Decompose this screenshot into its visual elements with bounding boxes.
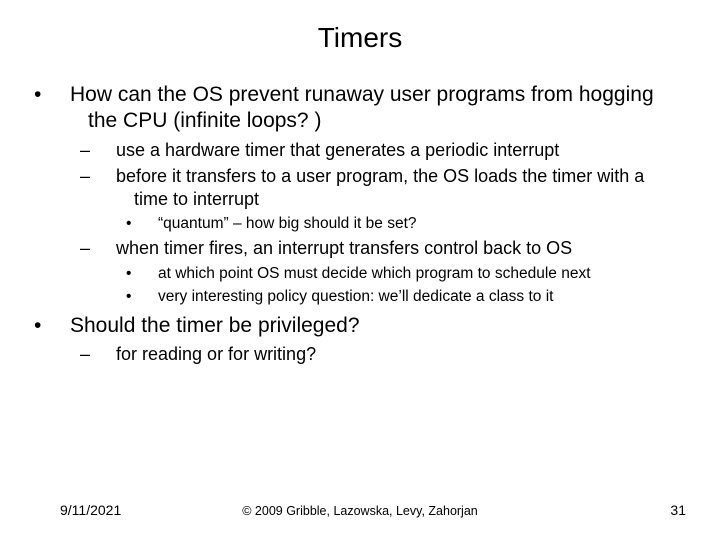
bullet-lvl2: –when timer fires, an interrupt transfer… [116, 237, 682, 260]
bullet-text: before it transfers to a user program, t… [116, 166, 644, 209]
slide: Timers •How can the OS prevent runaway u… [0, 0, 720, 540]
footer-copyright: © 2009 Gribble, Lazowska, Levy, Zahorjan [0, 504, 720, 518]
bullet-text: at which point OS must decide which prog… [158, 265, 591, 282]
bullet-text: “quantum” – how big should it be set? [158, 215, 417, 232]
bullet-text: How can the OS prevent runaway user prog… [70, 83, 654, 132]
bullet-lvl3: •at which point OS must decide which pro… [158, 264, 682, 283]
bullet-text: very interesting policy question: we’ll … [158, 288, 553, 305]
bullet-lvl3: •“quantum” – how big should it be set? [158, 214, 682, 233]
bullet-text: when timer fires, an interrupt transfers… [116, 238, 572, 258]
bullet-lvl2: –before it transfers to a user program, … [116, 165, 682, 210]
bullet-text: Should the timer be privileged? [70, 314, 360, 337]
bullet-lvl3: •very interesting policy question: we’ll… [158, 287, 682, 306]
bullet-lvl1: •Should the timer be privileged? [70, 313, 682, 339]
bullet-text: use a hardware timer that generates a pe… [116, 140, 559, 160]
bullet-lvl2: –for reading or for writing? [116, 343, 682, 366]
bullet-lvl2: –use a hardware timer that generates a p… [116, 139, 682, 162]
bullet-lvl1: •How can the OS prevent runaway user pro… [70, 82, 682, 135]
bullet-text: for reading or for writing? [116, 344, 316, 364]
slide-title: Timers [38, 22, 682, 54]
footer-page-number: 31 [670, 502, 686, 518]
